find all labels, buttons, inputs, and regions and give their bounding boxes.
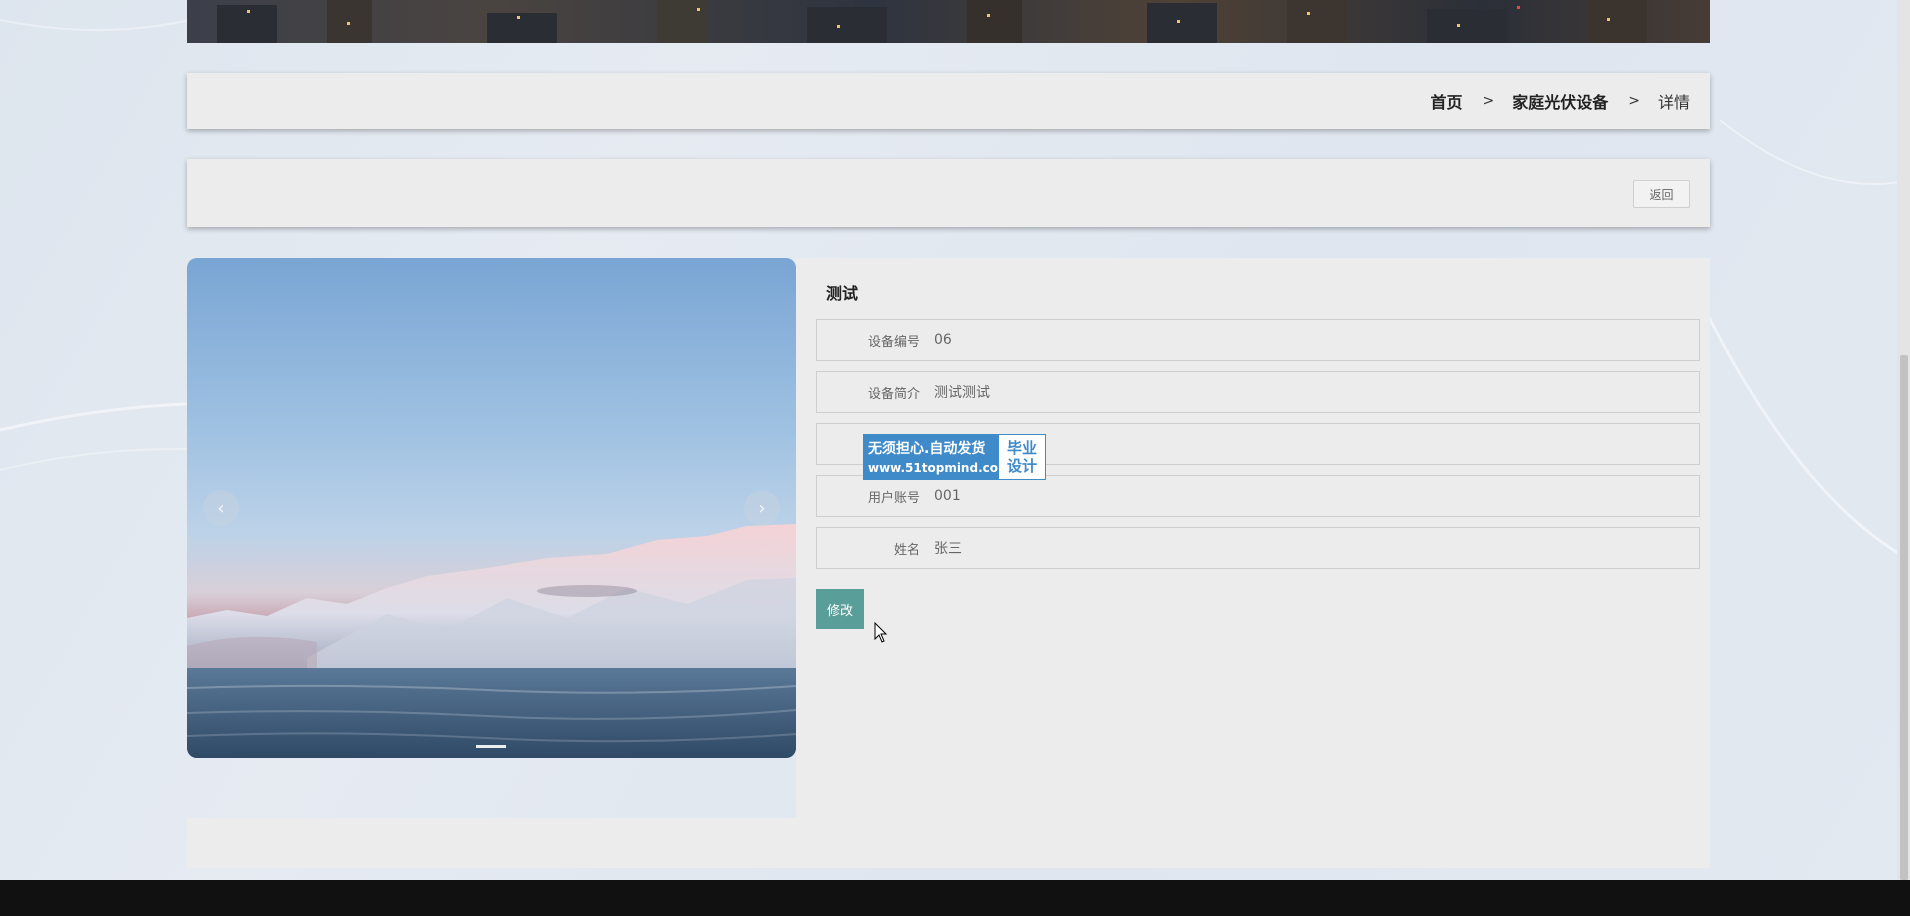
breadcrumb-separator: > [1482,93,1495,109]
field-label: 设备编号 [867,334,920,350]
field-row-user-account: 用户账号 001 [816,475,1700,517]
image-carousel: ‹ › [187,258,796,758]
field-label: 姓名 [893,542,920,558]
breadcrumb-separator: > [1628,93,1640,109]
mouse-cursor-icon [874,622,888,643]
detail-title: 测试 [826,284,859,303]
field-row-name: 姓名 张三 [816,527,1700,569]
action-bar: 返回 [187,159,1710,227]
field-row-device-intro: 设备简介 测试测试 [816,371,1700,413]
page-footer [0,880,1910,916]
watermark-right2: 设计 [1006,457,1037,475]
field-value: 06 [934,332,952,348]
watermark-line2: www.51topmind.com [868,461,1011,475]
field-value: 测试测试 [934,385,990,401]
chevron-left-icon: ‹ [217,497,225,519]
breadcrumb: 首页 > 家庭光伏设备 > 详情 [187,73,1710,129]
carousel-prev-button[interactable]: ‹ [203,490,239,526]
carousel-slide-image [187,524,796,758]
field-label: 设备简介 [867,386,920,402]
carousel-indicator[interactable] [476,745,506,748]
carousel-next-button[interactable]: › [744,490,780,526]
breadcrumb-section-link[interactable]: 家庭光伏设备 [1512,89,1608,113]
chevron-right-icon: › [758,497,766,519]
watermark-line1: 无须担心.自动发货 [868,441,986,457]
watermark-right1: 毕业 [1006,439,1037,457]
field-value: 001 [934,488,961,504]
content-bottom-strip [187,818,1710,868]
edit-button[interactable]: 修改 [816,589,864,629]
back-button[interactable]: 返回 [1633,180,1690,208]
field-label: 用户账号 [867,490,920,506]
field-row-device-number: 设备编号 06 [816,319,1700,361]
field-value: 张三 [934,541,962,557]
breadcrumb-home-link[interactable]: 首页 [1430,89,1462,113]
watermark-badge: 无须担心.自动发货 www.51topmind.com 毕业 设计 [863,434,1046,480]
breadcrumb-current: 详情 [1657,93,1690,112]
detail-panel: 测试 设备编号 06 设备简介 测试测试 用户账号 001 姓名 张三 修改 [796,258,1710,818]
scrollbar-thumb[interactable] [1900,355,1908,880]
top-banner-image [187,0,1710,43]
